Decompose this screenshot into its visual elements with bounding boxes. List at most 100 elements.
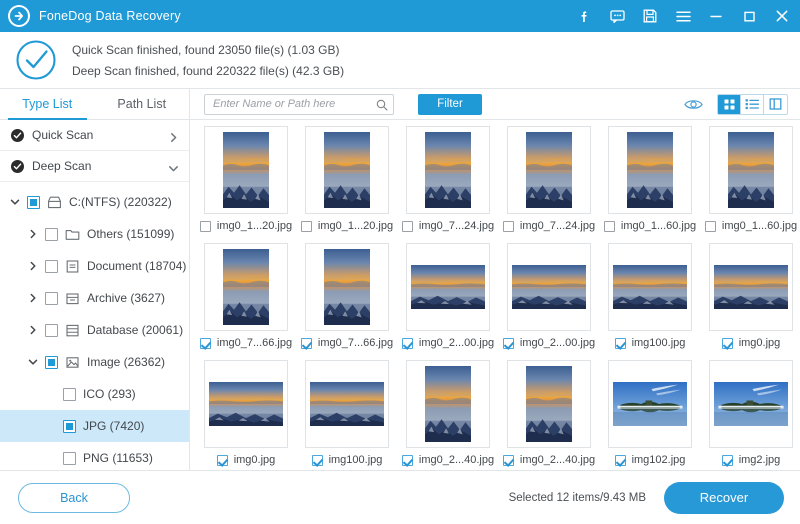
tree-item-checkbox[interactable] bbox=[63, 451, 76, 465]
file-thumbnail[interactable] bbox=[406, 243, 490, 331]
tree-item-c[interactable]: C:(NTFS) (220322) bbox=[0, 186, 189, 218]
file-checkbox[interactable] bbox=[721, 454, 733, 466]
file-thumbnail[interactable] bbox=[507, 360, 591, 448]
file-thumbnail[interactable] bbox=[204, 360, 288, 448]
eye-icon[interactable] bbox=[684, 98, 703, 111]
file-name: img0.jpg bbox=[738, 337, 781, 349]
tree-item-checkbox[interactable] bbox=[63, 387, 76, 401]
tree-item-checkbox[interactable] bbox=[45, 323, 58, 337]
tree-item-label: Image (26362) bbox=[87, 355, 166, 369]
sidebar-tabs: Type List Path List bbox=[0, 89, 189, 120]
drive-icon bbox=[47, 195, 62, 210]
app-logo-icon bbox=[8, 5, 30, 27]
file-thumbnail[interactable] bbox=[507, 243, 591, 331]
file-checkbox[interactable] bbox=[721, 337, 733, 349]
facebook-icon[interactable] bbox=[576, 8, 592, 24]
file-checkbox[interactable] bbox=[603, 220, 615, 232]
sidebar-row-quick-scan[interactable]: Quick Scan bbox=[0, 120, 189, 151]
file-thumbnail[interactable] bbox=[608, 360, 692, 448]
file-thumbnail[interactable] bbox=[305, 243, 389, 331]
file-checkbox[interactable] bbox=[300, 337, 312, 349]
file-thumbnail[interactable] bbox=[507, 126, 591, 214]
file-caption: img0_7...66.jpg bbox=[196, 337, 296, 349]
file-checkbox[interactable] bbox=[401, 454, 413, 466]
file-thumbnail[interactable] bbox=[204, 243, 288, 331]
tree-item-checkbox[interactable] bbox=[45, 291, 58, 305]
file-thumbnail[interactable] bbox=[406, 360, 490, 448]
file-thumbnail[interactable] bbox=[709, 360, 793, 448]
file-checkbox[interactable] bbox=[401, 220, 413, 232]
file-checkbox[interactable] bbox=[311, 454, 323, 466]
file-checkbox[interactable] bbox=[216, 454, 228, 466]
file-checkbox[interactable] bbox=[401, 337, 413, 349]
file-cell: img100.jpg bbox=[297, 360, 397, 470]
file-checkbox[interactable] bbox=[704, 220, 716, 232]
file-thumbnail[interactable] bbox=[406, 126, 490, 214]
save-icon[interactable] bbox=[642, 8, 658, 24]
file-cell: img0_2...00.jpg bbox=[398, 243, 498, 360]
file-checkbox[interactable] bbox=[199, 337, 211, 349]
chevron-right-icon[interactable] bbox=[26, 325, 40, 335]
file-thumbnail[interactable] bbox=[305, 360, 389, 448]
tab-path-list[interactable]: Path List bbox=[95, 89, 190, 119]
file-checkbox[interactable] bbox=[502, 220, 514, 232]
archive-icon bbox=[65, 291, 80, 306]
tab-type-list[interactable]: Type List bbox=[0, 89, 95, 120]
file-checkbox[interactable] bbox=[614, 337, 626, 349]
tree-item-checkbox[interactable] bbox=[27, 195, 40, 209]
file-checkbox[interactable] bbox=[199, 220, 211, 232]
tree-item-png[interactable]: PNG (11653) bbox=[0, 442, 189, 470]
tree-item-archive[interactable]: Archive (3627) bbox=[0, 282, 189, 314]
tree-item-ico[interactable]: ICO (293) bbox=[0, 378, 189, 410]
chevron-down-icon[interactable] bbox=[8, 197, 22, 207]
sidebar-row-deep-scan[interactable]: Deep Scan bbox=[0, 151, 189, 182]
tree-item-checkbox[interactable] bbox=[45, 355, 58, 369]
tree-item-jpg[interactable]: JPG (7420) bbox=[0, 410, 189, 442]
file-thumbnail[interactable] bbox=[709, 243, 793, 331]
close-icon[interactable] bbox=[774, 8, 790, 24]
chevron-down-icon[interactable] bbox=[26, 357, 40, 367]
menu-icon[interactable] bbox=[675, 8, 691, 24]
tree-item-checkbox[interactable] bbox=[63, 419, 76, 433]
grid-view-button[interactable] bbox=[718, 94, 741, 114]
recover-button[interactable]: Recover bbox=[664, 481, 784, 514]
chevron-right-icon[interactable] bbox=[26, 261, 40, 271]
minimize-icon[interactable] bbox=[708, 8, 724, 24]
chevron-right-icon[interactable] bbox=[26, 229, 40, 239]
tree-item-others[interactable]: Others (151099) bbox=[0, 218, 189, 250]
file-checkbox[interactable] bbox=[614, 454, 626, 466]
tree-item-image[interactable]: Image (26362) bbox=[0, 346, 189, 378]
file-thumbnail[interactable] bbox=[305, 126, 389, 214]
scan-summary-text: Quick Scan finished, found 23050 file(s)… bbox=[72, 43, 344, 78]
view-mode-group bbox=[717, 93, 788, 115]
back-button[interactable]: Back bbox=[18, 482, 130, 513]
list-view-button[interactable] bbox=[741, 94, 764, 114]
file-checkbox[interactable] bbox=[502, 337, 514, 349]
tree-item-database[interactable]: Database (20061) bbox=[0, 314, 189, 346]
file-caption: img0_1...60.jpg bbox=[600, 220, 700, 232]
tree-item-document[interactable]: Document (18704) bbox=[0, 250, 189, 282]
filter-button[interactable]: Filter bbox=[418, 93, 482, 115]
file-caption: img0.jpg bbox=[196, 454, 296, 466]
file-checkbox[interactable] bbox=[300, 220, 312, 232]
file-checkbox[interactable] bbox=[502, 454, 514, 466]
file-thumbnail[interactable] bbox=[608, 243, 692, 331]
file-cell: img0_1...60.jpg bbox=[701, 126, 800, 243]
chevron-right-icon[interactable] bbox=[26, 293, 40, 303]
file-cell: img0_7...66.jpg bbox=[297, 243, 397, 360]
file-name: img0_7...66.jpg bbox=[317, 337, 394, 349]
tree-item-checkbox[interactable] bbox=[45, 227, 58, 241]
search-input[interactable] bbox=[213, 98, 376, 110]
file-thumbnail[interactable] bbox=[608, 126, 692, 214]
search-box[interactable] bbox=[204, 93, 394, 115]
file-name: img0_2...00.jpg bbox=[519, 337, 596, 349]
file-thumbnail[interactable] bbox=[204, 126, 288, 214]
file-name: img100.jpg bbox=[328, 454, 383, 466]
feedback-chat-icon[interactable] bbox=[609, 8, 625, 24]
quick-scan-summary: Quick Scan finished, found 23050 file(s)… bbox=[72, 42, 340, 57]
tree-item-checkbox[interactable] bbox=[45, 259, 58, 273]
maximize-icon[interactable] bbox=[741, 8, 757, 24]
split-view-button[interactable] bbox=[764, 94, 787, 114]
file-thumbnail[interactable] bbox=[709, 126, 793, 214]
file-name: img0_1...60.jpg bbox=[620, 220, 697, 232]
